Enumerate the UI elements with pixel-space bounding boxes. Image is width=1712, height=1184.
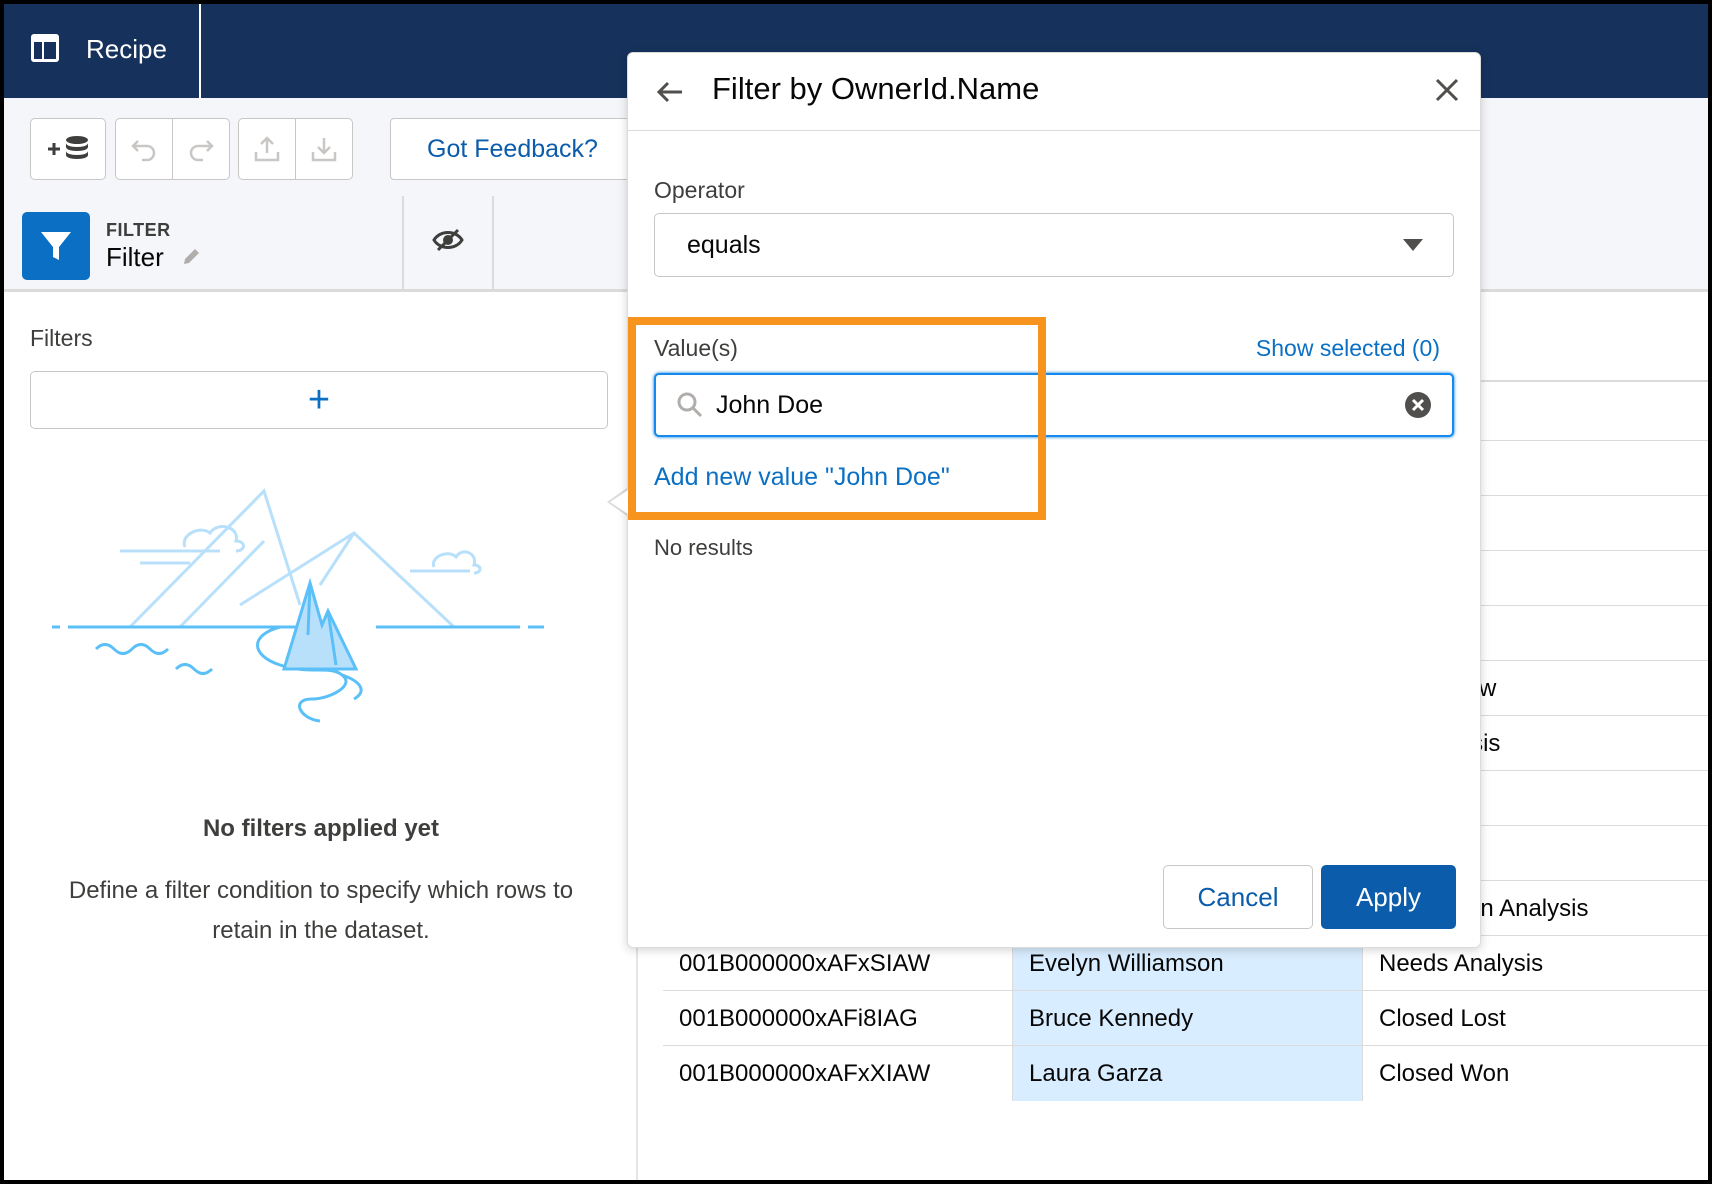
redo-button[interactable] [172, 118, 230, 180]
divider [402, 196, 404, 292]
filter-node-icon[interactable] [22, 212, 90, 280]
apply-button[interactable]: Apply [1321, 865, 1456, 929]
hide-preview-icon[interactable] [432, 226, 464, 254]
owner-name-cell: Laura Garza [1013, 1046, 1363, 1101]
divider [492, 196, 494, 292]
app-frame: Recipe Got Feedback? FILTER Filter Filte… [4, 4, 1708, 1180]
pencil-icon[interactable] [180, 246, 202, 268]
show-selected-link[interactable]: Show selected (0) [1256, 335, 1440, 362]
no-results-text: No results [654, 535, 754, 560]
filters-label: Filters [30, 325, 93, 351]
add-input-data-button[interactable] [30, 118, 106, 180]
plus-icon: + [307, 379, 331, 421]
add-database-icon [48, 136, 88, 159]
filters-panel: Filters + No filters applied yet Define … [4, 295, 638, 1180]
clear-icon[interactable] [1404, 391, 1432, 419]
undo-icon [131, 140, 156, 162]
close-icon[interactable] [1434, 77, 1460, 103]
download-icon [311, 138, 337, 162]
table-row[interactable]: 001B000000xAFi8IAG Bruce Kennedy Closed Lo… [663, 990, 1708, 1046]
stage-cell: Closed Lost [1379, 1004, 1506, 1032]
recipe-tab[interactable]: Recipe [4, 4, 201, 98]
redo-icon [189, 140, 214, 162]
upload-button[interactable] [238, 118, 296, 180]
value-search-field[interactable] [654, 373, 1454, 437]
popover-notch-fill [610, 490, 628, 514]
account-id-cell: 001B000000xAFi8IAG [663, 991, 1013, 1046]
empty-state-description: Define a filter condition to specify whi… [68, 877, 574, 944]
node-type-label: FILTER [106, 220, 171, 240]
add-filter-button[interactable]: + [30, 371, 608, 429]
owner-name-cell: Bruce Kennedy [1013, 991, 1363, 1046]
empty-state-title: No filters applied yet [202, 815, 440, 842]
add-new-value-link[interactable]: Add new value "John Doe" [654, 463, 950, 492]
search-icon [677, 392, 703, 418]
popover-header: Filter by OwnerId.Name [628, 53, 1480, 131]
back-arrow-icon[interactable] [654, 77, 686, 107]
values-label: Value(s) [654, 335, 738, 361]
operator-select[interactable]: equals [654, 213, 1454, 277]
filter-popover: Filter by OwnerId.Name Operator equals V… [627, 52, 1481, 948]
recipe-icon [31, 34, 59, 62]
popover-title: Filter by OwnerId.Name [712, 71, 1040, 106]
funnel-icon [41, 232, 71, 260]
operator-value: equals [687, 230, 761, 259]
table-row[interactable]: 001B000000xAFxXIAW Laura Garza Closed Won [663, 1045, 1708, 1101]
value-search-input[interactable] [716, 383, 1376, 427]
account-id-cell: 001B000000xAFxXIAW [663, 1046, 1013, 1101]
app-title: Recipe [86, 34, 167, 64]
cancel-button[interactable]: Cancel [1163, 865, 1313, 929]
stage-cell: Closed Won [1379, 1059, 1510, 1087]
undo-button[interactable] [115, 118, 173, 180]
operator-label: Operator [654, 177, 745, 203]
upload-icon [254, 136, 280, 162]
download-button[interactable] [295, 118, 353, 180]
caret-down-icon [1403, 239, 1423, 251]
node-name: Filter [106, 242, 164, 272]
mountain-illustration-icon [52, 488, 544, 723]
